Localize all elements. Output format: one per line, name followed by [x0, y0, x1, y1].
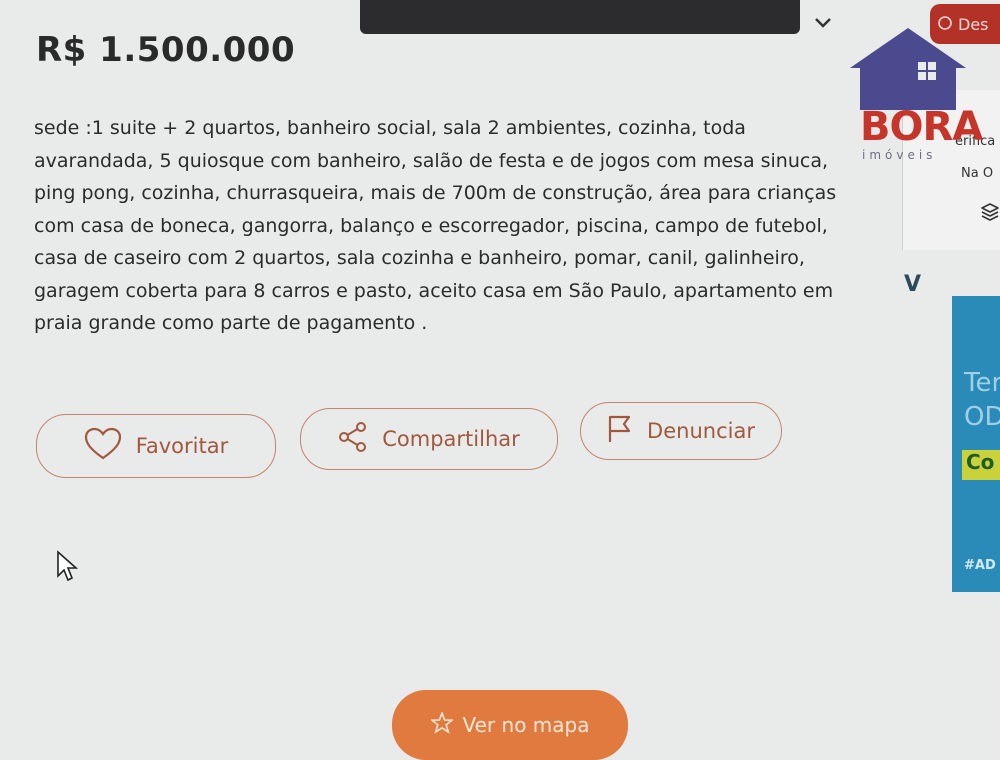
report-label: Denunciar: [647, 419, 755, 443]
flag-icon: [607, 414, 633, 449]
share-icon: [338, 421, 368, 458]
description-line: com casa de boneca, gangorra, balanço e …: [34, 214, 828, 237]
favorite-label: Favoritar: [135, 434, 229, 458]
ad-text: OD: [964, 402, 1000, 432]
advertisement-panel[interactable]: Ter OD Co #AD: [952, 296, 1000, 592]
share-button[interactable]: Compartilhar: [300, 408, 558, 470]
brand-logo-text: BORA: [860, 104, 983, 150]
listing-description: sede :1 suite + 2 quartos, banheiro soci…: [34, 112, 884, 340]
description-line: praia grande como parte de pagamento .: [34, 312, 428, 334]
description-line: casa de caseiro com 2 quartos, sala cozi…: [34, 247, 805, 269]
chevron-down-icon[interactable]: [814, 10, 832, 35]
brand-logo-subtext: imóveis: [862, 148, 937, 162]
description-line: garagem coberta para 8 carros e pasto, a…: [34, 279, 834, 302]
ad-cta[interactable]: Co: [962, 450, 1000, 480]
favorite-button[interactable]: Favoritar: [36, 414, 276, 478]
description-line: sede :1 suite + 2 quartos, banheiro soci…: [34, 117, 746, 139]
top-dark-bar: [360, 0, 800, 34]
share-label: Compartilhar: [382, 427, 520, 451]
view-map-label: Ver no mapa: [462, 713, 590, 737]
mouse-cursor-icon: [56, 550, 80, 586]
star-icon: [429, 710, 454, 739]
listing-price: R$ 1.500.000: [36, 30, 296, 70]
heart-icon: [84, 427, 122, 466]
description-line: ping pong, cozinha, churrasqueira, mais …: [34, 182, 837, 204]
ad-text: Ter: [964, 368, 1000, 398]
layers-icon[interactable]: [980, 202, 1000, 226]
description-line: avarandada, 5 quiosque com banheiro, sal…: [34, 149, 829, 172]
ad-brand-mark: V: [904, 272, 922, 297]
sidebar-card-text: Na O: [961, 166, 994, 181]
view-map-button[interactable]: Ver no mapa: [392, 690, 628, 760]
ad-tag: #AD: [964, 558, 996, 573]
report-button[interactable]: Denunciar: [580, 402, 782, 460]
